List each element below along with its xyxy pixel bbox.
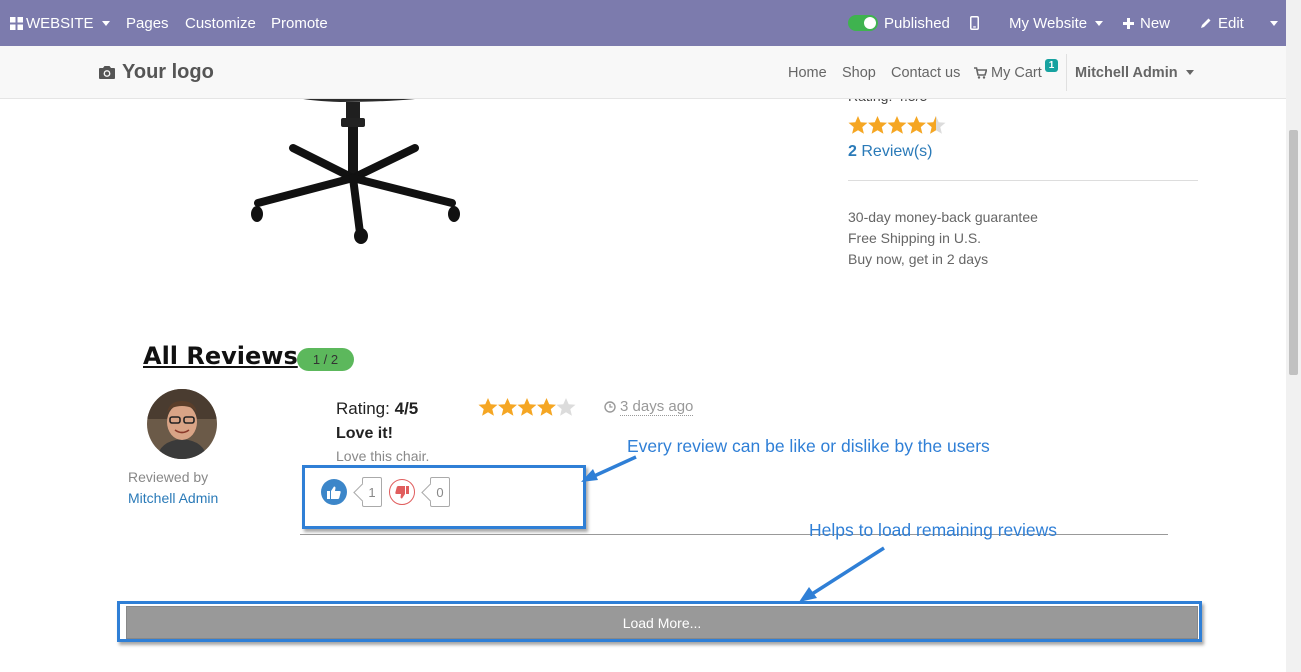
edit-button[interactable]: Edit	[1200, 0, 1244, 46]
review-rating-value: 4/5	[394, 399, 419, 418]
logo-text: Your logo	[122, 61, 214, 83]
annotation-load: Helps to load remaining reviews	[809, 520, 1058, 540]
pages-menu[interactable]: Pages	[126, 0, 169, 46]
star-rating-icon	[478, 398, 576, 416]
review-stars	[478, 396, 578, 423]
review-page-badge: 1 / 2	[297, 348, 354, 371]
review-title: Love it!	[336, 425, 393, 442]
product-image	[251, 90, 460, 244]
user-name: Mitchell Admin	[1075, 64, 1178, 81]
star-rating-icon	[848, 116, 946, 134]
arrow-icon	[799, 546, 885, 602]
review-date-text: 3 days ago	[620, 398, 694, 416]
website-menu[interactable]: WEBSITE	[10, 0, 110, 46]
scrollbar[interactable]	[1286, 0, 1301, 672]
guarantee-list: 30-day money-back guarantee Free Shippin…	[848, 207, 1038, 270]
promote-menu[interactable]: Promote	[271, 0, 328, 46]
product-rating-stars	[848, 114, 948, 141]
new-label: New	[1140, 14, 1171, 32]
chevron-down-icon	[101, 20, 110, 26]
arrow-icon	[581, 455, 637, 482]
site-logo[interactable]: Your logo	[98, 61, 214, 84]
nav-divider	[1066, 54, 1067, 91]
plus-icon	[1123, 17, 1134, 29]
annotation-arrows	[581, 455, 885, 602]
publish-toggle[interactable]: Published	[848, 0, 950, 46]
reviews-label: Review(s)	[861, 143, 933, 160]
site-header: Your logo Home Shop Contact us My Cart 1…	[0, 46, 1286, 99]
pencil-icon	[1201, 18, 1211, 28]
chevron-down-icon	[1270, 20, 1278, 26]
my-website-menu[interactable]: My Website	[1009, 0, 1104, 46]
toggle-switch-icon	[848, 15, 878, 31]
product-reviews-link[interactable]: 2 Review(s)	[848, 143, 932, 161]
divider	[848, 180, 1198, 181]
admin-bar: WEBSITE Pages Customize Promote Publishe…	[0, 0, 1286, 46]
nav-cart[interactable]: My Cart 1	[974, 46, 1059, 99]
annotation-like: Every review can be like or dislike by t…	[627, 436, 990, 456]
review-author-link[interactable]: Mitchell Admin	[128, 490, 218, 506]
review-date: 3 days ago	[604, 398, 694, 416]
more-dropdown[interactable]	[1268, 0, 1278, 46]
user-menu[interactable]: Mitchell Admin	[1075, 46, 1194, 99]
reviews-count: 2	[848, 143, 857, 160]
clock-icon	[604, 401, 616, 413]
chevron-down-icon	[1095, 20, 1104, 26]
highlight-box	[302, 465, 586, 529]
my-website-label: My Website	[1009, 14, 1088, 32]
guarantee-item: Free Shipping in U.S.	[848, 230, 982, 246]
review-body: Love this chair.	[336, 448, 430, 464]
published-label: Published	[884, 14, 950, 32]
new-button[interactable]: New	[1123, 0, 1170, 46]
review-rating-label: Rating:	[336, 399, 390, 418]
review-rating: Rating: 4/5	[336, 399, 418, 419]
guarantee-item: Buy now, get in 2 days	[848, 251, 989, 267]
website-menu-label: WEBSITE	[26, 14, 94, 32]
guarantee-item: 30-day money-back guarantee	[848, 209, 1038, 225]
cart-label: My Cart	[991, 64, 1042, 81]
reviewed-by-label: Reviewed by	[128, 469, 209, 485]
nav-home[interactable]: Home	[788, 46, 827, 99]
scrollbar-thumb[interactable]	[1289, 130, 1298, 375]
nav-shop[interactable]: Shop	[842, 46, 876, 99]
mobile-preview-button[interactable]	[970, 0, 979, 46]
edit-label: Edit	[1218, 14, 1244, 32]
mobile-phone-icon	[970, 16, 979, 30]
avatar	[147, 389, 217, 459]
chevron-down-icon	[1185, 70, 1194, 75]
apps-grid-icon	[10, 16, 23, 30]
customize-menu[interactable]: Customize	[185, 0, 256, 46]
reviews-heading: All Reviews	[143, 342, 298, 370]
shopping-cart-icon	[974, 66, 987, 79]
cart-count-badge: 1	[1044, 59, 1059, 72]
highlight-box	[117, 601, 1202, 642]
camera-icon	[99, 66, 115, 79]
nav-contact[interactable]: Contact us	[891, 46, 960, 99]
